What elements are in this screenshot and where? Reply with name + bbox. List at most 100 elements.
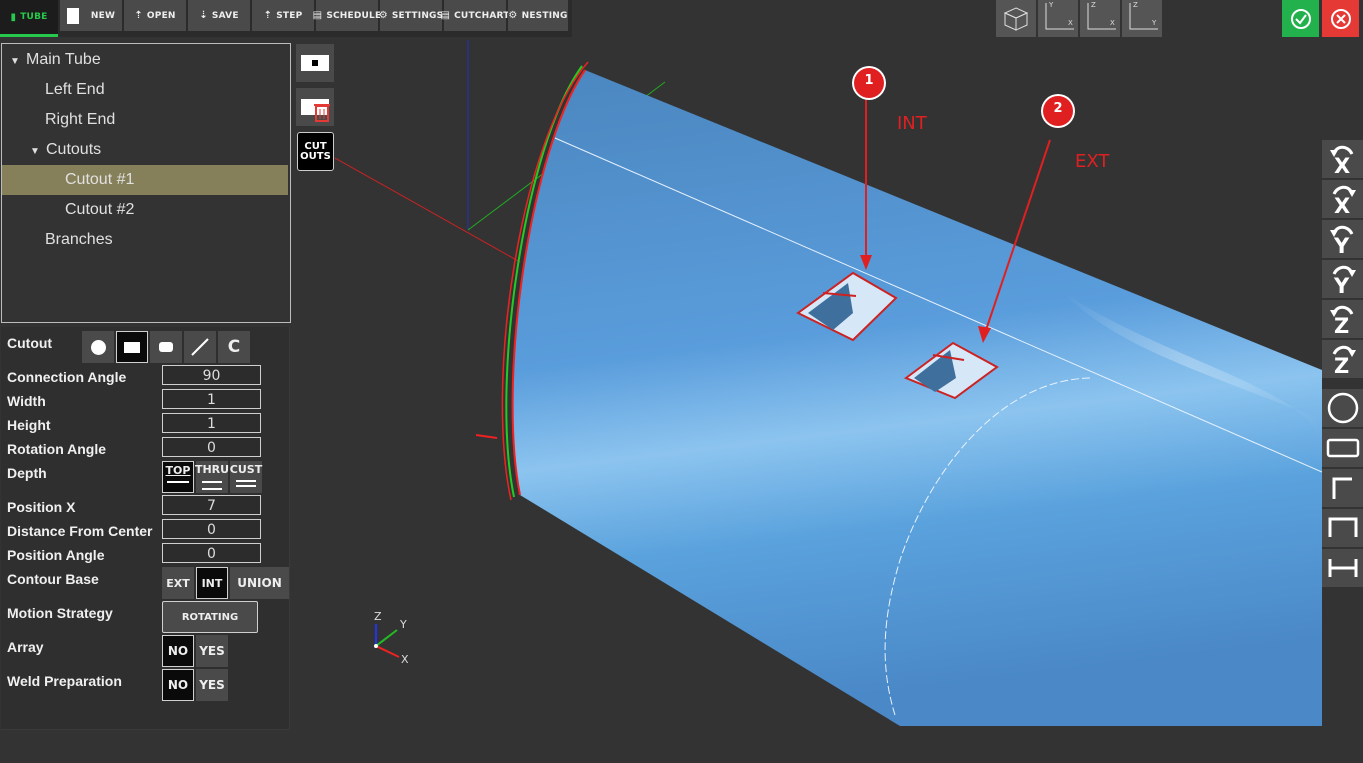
nesting-button[interactable]: ⚙ NESTING: [508, 0, 568, 31]
schedule-button[interactable]: ▤ SCHEDULE: [312, 0, 381, 31]
annotation-2-number: 2: [1053, 101, 1063, 116]
circle-outline-icon: [1327, 392, 1358, 424]
3d-viewport[interactable]: [335, 40, 1322, 730]
rectangle-icon: [301, 55, 329, 71]
position-x-field[interactable]: 7: [162, 495, 261, 515]
delete-cutout-button[interactable]: [296, 88, 334, 126]
cutout-label: Cutout: [7, 335, 53, 351]
view-zx-button[interactable]: Z X: [1080, 0, 1120, 37]
array-no-button[interactable]: NO: [162, 635, 194, 667]
rotate-z-cw-button[interactable]: Z: [1322, 340, 1363, 378]
circle-tool-button[interactable]: [1322, 389, 1363, 427]
open-button[interactable]: ⇡ OPEN: [124, 0, 186, 31]
weld-no-button[interactable]: NO: [162, 669, 194, 701]
slash-icon: [191, 338, 209, 356]
top-line-icon: [167, 481, 189, 483]
shape-rectangle-button[interactable]: [116, 331, 148, 363]
rotate-y-ccw-button[interactable]: Y: [1322, 220, 1363, 258]
upload-icon: ⇡: [134, 10, 143, 21]
rectangle-tool-button[interactable]: [1322, 429, 1363, 467]
width-label: Width: [7, 393, 46, 409]
annotation-int-label: INT: [897, 113, 927, 134]
file-icon: ▮: [10, 11, 17, 23]
ok-button[interactable]: [1282, 0, 1319, 37]
i-beam-tool-button[interactable]: [1322, 549, 1363, 587]
tree-panel: ▼ Main Tube Left End Right End ▼ Cutouts C…: [1, 43, 291, 323]
circle-icon: [90, 339, 106, 355]
distance-from-center-label: Distance From Center: [7, 523, 153, 539]
tab-tube[interactable]: ▮ TUBE: [0, 0, 58, 37]
weld-preparation-label: Weld Preparation: [7, 673, 122, 689]
rectangle-icon: [124, 341, 140, 353]
rotate-x-cw-button[interactable]: X: [1322, 180, 1363, 218]
iso-cube-icon: [1003, 7, 1029, 31]
file-icon: ▤: [440, 10, 451, 21]
rotate-x-ccw-button[interactable]: X: [1322, 140, 1363, 178]
array-yes-button[interactable]: YES: [196, 635, 228, 667]
height-field[interactable]: 1: [162, 413, 261, 433]
cutouts-button[interactable]: CUT OUTS: [297, 132, 334, 171]
tree-item-left-end[interactable]: Left End: [2, 75, 331, 105]
width-field[interactable]: 1: [162, 389, 261, 409]
annotation-1-number: 1: [864, 73, 874, 88]
tree-item-cutout-2[interactable]: Cutout #2: [2, 195, 288, 225]
position-angle-field[interactable]: 0: [162, 543, 261, 563]
tree-item-right-end[interactable]: Right End: [2, 105, 331, 135]
view-iso-button[interactable]: [996, 0, 1036, 37]
shape-c-button[interactable]: C: [218, 331, 250, 363]
axis-triad: [374, 624, 400, 658]
tube-model: [335, 40, 1322, 726]
settings-button[interactable]: ⚙ SETTINGS: [379, 0, 443, 31]
contour-ext-button[interactable]: EXT: [162, 567, 194, 599]
view-zy-button[interactable]: Z Y: [1122, 0, 1162, 37]
angle-tool-button[interactable]: [1322, 469, 1363, 507]
new-file-icon: [66, 7, 79, 24]
position-x-label: Position X: [7, 499, 76, 515]
rotation-angle-label: Rotation Angle: [7, 441, 107, 457]
height-label: Height: [7, 417, 51, 433]
tree-item-branches[interactable]: Branches: [2, 225, 331, 255]
shape-rounded-button[interactable]: [150, 331, 182, 363]
depth-label: Depth: [7, 465, 47, 481]
save-button[interactable]: ⇣ SAVE: [188, 0, 250, 31]
array-label: Array: [7, 639, 44, 655]
rotate-z-ccw-button[interactable]: Z: [1322, 300, 1363, 338]
new-button[interactable]: NEW: [60, 0, 122, 31]
annotation-ext-label: EXT: [1075, 151, 1110, 172]
contour-union-button[interactable]: UNION: [230, 567, 289, 599]
channel-tool-button[interactable]: [1322, 509, 1363, 547]
weld-yes-button[interactable]: YES: [196, 669, 228, 701]
connection-angle-label: Connection Angle: [7, 369, 127, 385]
gear-icon: ⚙: [508, 10, 518, 21]
tree-item-cutouts[interactable]: ▼ Cutouts: [2, 135, 316, 165]
view-xy-button[interactable]: Y X: [1038, 0, 1078, 37]
shape-line-button[interactable]: [184, 331, 216, 363]
rotate-y-cw-button[interactable]: Y: [1322, 260, 1363, 298]
rounded-rect-icon: [159, 342, 173, 352]
close-circle-icon: [1330, 8, 1351, 29]
depth-thru-button[interactable]: THRU: [195, 461, 229, 493]
cancel-button[interactable]: [1322, 0, 1359, 37]
connection-angle-field[interactable]: 90: [162, 365, 261, 385]
properties-panel: Cutout C Connection Angle 90 Width 1 Hei…: [1, 327, 290, 730]
angle-icon: [1332, 477, 1352, 499]
position-angle-label: Position Angle: [7, 547, 105, 563]
trash-icon: [314, 104, 330, 122]
depth-top-button[interactable]: TOP: [162, 461, 194, 493]
distance-from-center-field[interactable]: 0: [162, 519, 261, 539]
file-icon: ▤: [312, 10, 323, 21]
tree-item-main-tube[interactable]: ▼ Main Tube: [2, 45, 296, 75]
rectangle-outline-icon: [1326, 438, 1359, 458]
axis-x-label: X: [401, 653, 409, 666]
add-cutout-button[interactable]: [296, 44, 334, 82]
depth-cust-button[interactable]: CUST: [230, 461, 262, 493]
rotation-angle-field[interactable]: 0: [162, 437, 261, 457]
cutchart-button[interactable]: ▤ CUTCHART: [440, 0, 509, 31]
step-button[interactable]: ⇡ STEP: [252, 0, 314, 31]
motion-strategy-button[interactable]: ROTATING: [162, 601, 258, 633]
view-buttons: Y X Z X Z Y: [996, 0, 1164, 37]
caret-down-icon: ▼: [30, 146, 40, 157]
tree-item-cutout-1[interactable]: Cutout #1: [2, 165, 288, 195]
shape-circle-button[interactable]: [82, 331, 114, 363]
contour-int-button[interactable]: INT: [196, 567, 228, 599]
